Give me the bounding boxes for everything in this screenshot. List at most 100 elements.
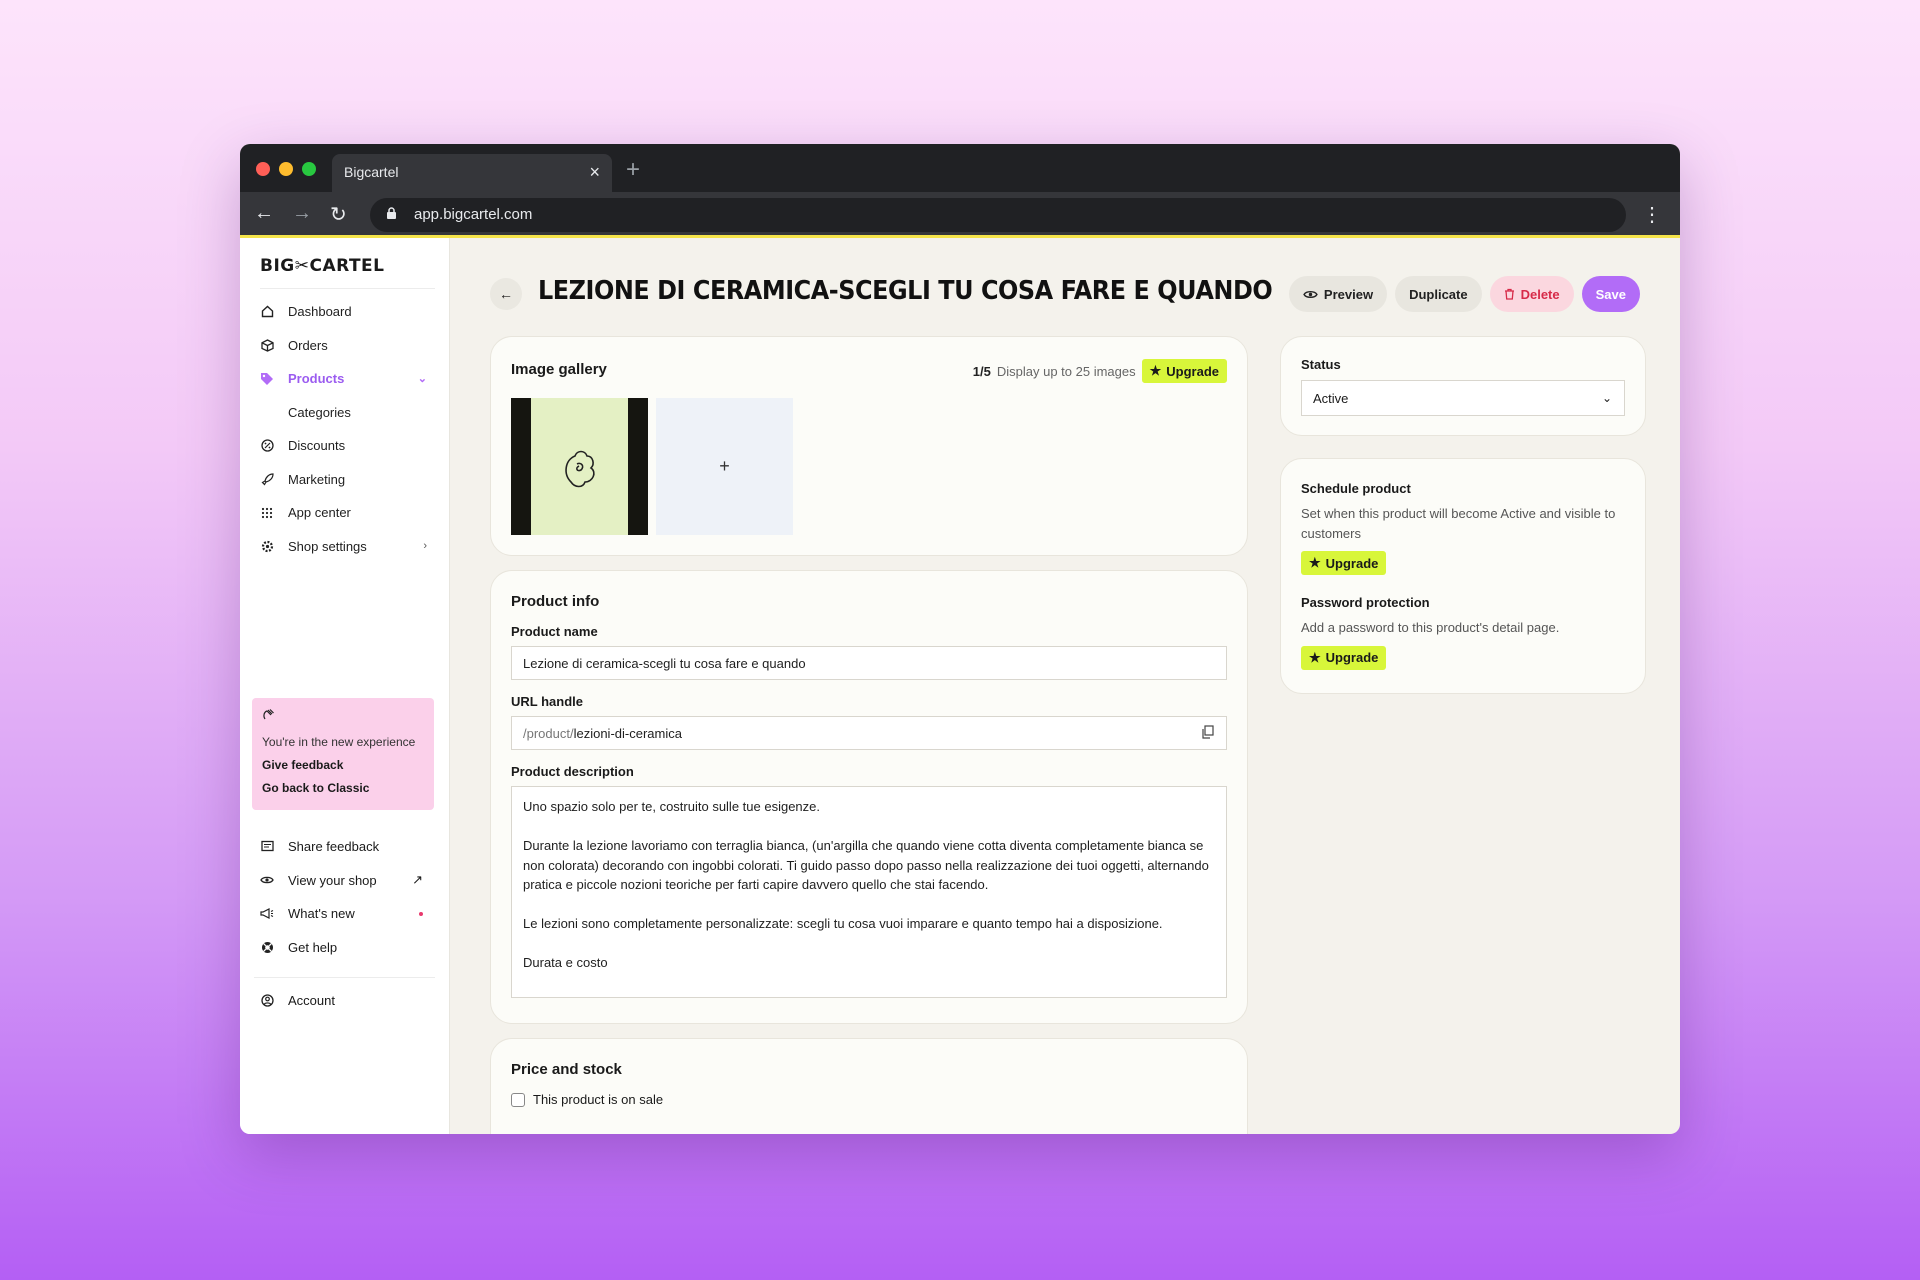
sidebar-item-shop-settings[interactable]: Shop settings › (254, 530, 435, 564)
product-name-input[interactable]: Lezione di ceramica-scegli tu cosa fare … (511, 646, 1227, 680)
schedule-card: Schedule product Set when this product w… (1280, 458, 1646, 694)
sidebar-item-products[interactable]: Products ⌄ (254, 362, 435, 396)
status-select[interactable]: Active ⌄ (1301, 380, 1625, 416)
description-label: Product description (511, 764, 634, 779)
banner-text: You're in the new experience (262, 735, 416, 749)
new-tab-icon[interactable]: + (626, 156, 640, 184)
sidebar: BIG✂CARTEL Dashboard Orders Products ⌄ C… (240, 238, 450, 1134)
url-handle-input[interactable]: /product/lezioni-di-ceramica (511, 716, 1227, 750)
on-sale-checkbox[interactable] (511, 1092, 525, 1107)
on-sale-row[interactable]: This product is on sale (511, 1092, 1227, 1107)
price-stock-title: Price and stock (511, 1061, 622, 1078)
sidebar-item-label: Account (288, 993, 335, 1009)
grid-icon (260, 506, 274, 520)
image-count: 1/5 (972, 363, 991, 379)
sidebar-nav: Dashboard Orders Products ⌄ Categories D… (254, 295, 435, 563)
sidebar-bottom-nav: Share feedback View your shop ↗ What's n… (254, 830, 435, 1018)
rocket-icon (260, 472, 274, 486)
preview-button[interactable]: Preview (1288, 276, 1388, 312)
image-gallery-card: Image gallery 1/5 Display up to 25 image… (490, 336, 1248, 556)
go-back-classic-link[interactable]: Go back to Classic (262, 781, 424, 795)
url-handle-label: URL handle (511, 694, 583, 709)
reload-icon[interactable]: ↻ (330, 202, 347, 227)
sidebar-item-orders[interactable]: Orders (254, 329, 435, 363)
sidebar-item-get-help[interactable]: Get help (254, 931, 435, 965)
external-link-icon: ↗ (412, 872, 423, 888)
browser-window: Bigcartel × + ← → ↻ app.bigcartel.com ⋮ … (240, 144, 1680, 1134)
sidebar-item-label: View your shop (288, 872, 377, 888)
sidebar-item-app-center[interactable]: App center (254, 496, 435, 530)
price-stock-card: Price and stock This product is on sale (490, 1038, 1248, 1134)
url-handle-value: lezioni-di-ceramica (573, 726, 682, 741)
sidebar-item-categories[interactable]: Categories (254, 396, 435, 430)
schedule-title: Schedule product (1301, 481, 1411, 496)
sidebar-item-whats-new[interactable]: What's new (254, 897, 435, 931)
sidebar-item-discounts[interactable]: Discounts (254, 429, 435, 463)
browser-menu-icon[interactable]: ⋮ (1642, 202, 1662, 227)
gallery-hint: Display up to 25 images (996, 363, 1136, 379)
sidebar-item-label: Orders (288, 337, 328, 353)
close-window-button[interactable] (256, 162, 270, 176)
tab-title: Bigcartel (344, 164, 399, 180)
star-icon: ★ (1309, 649, 1321, 665)
sidebar-item-label: What's new (288, 906, 355, 922)
arrow-left-icon: ← (499, 286, 513, 302)
sidebar-item-marketing[interactable]: Marketing (254, 463, 435, 497)
sidebar-item-label: Marketing (288, 471, 346, 487)
product-image-thumbnail[interactable] (511, 398, 648, 535)
sidebar-item-share-feedback[interactable]: Share feedback (254, 830, 435, 864)
copy-icon[interactable] (1201, 725, 1214, 742)
wave-icon (262, 708, 424, 725)
back-button[interactable]: ← (490, 278, 522, 310)
url-input[interactable]: app.bigcartel.com (370, 198, 1626, 232)
delete-button[interactable]: Delete (1489, 276, 1574, 312)
status-label: Status (1301, 357, 1341, 372)
sidebar-item-label: Get help (288, 939, 338, 955)
gear-icon (260, 539, 274, 553)
sidebar-item-label: Discounts (288, 438, 346, 454)
main-content: ← LEZIONE DI CERAMICA-SCEGLI TU COSA FAR… (450, 238, 1680, 1134)
product-name-value: Lezione di ceramica-scegli tu cosa fare … (523, 656, 806, 671)
sidebar-item-label: Shop settings (288, 538, 367, 554)
description-paragraph: Durata e costo (523, 955, 608, 970)
sidebar-item-label: App center (288, 505, 351, 521)
window-controls[interactable] (256, 162, 316, 176)
back-arrow-icon[interactable]: ← (254, 202, 274, 225)
address-bar: ← → ↻ app.bigcartel.com ⋮ (240, 192, 1680, 238)
trash-icon (1504, 288, 1514, 300)
duplicate-button[interactable]: Duplicate (1395, 276, 1482, 312)
maximize-window-button[interactable] (302, 162, 316, 176)
schedule-description: Set when this product will become Active… (1301, 506, 1616, 541)
page-title: LEZIONE DI CERAMICA-SCEGLI TU COSA FARE … (538, 276, 1273, 306)
upgrade-label: Upgrade (1166, 363, 1219, 379)
logo[interactable]: BIG✂CARTEL (260, 256, 435, 289)
save-button[interactable]: Save (1581, 276, 1640, 312)
add-image-button[interactable]: + (656, 398, 793, 535)
tag-icon (260, 372, 274, 386)
sidebar-item-dashboard[interactable]: Dashboard (254, 295, 435, 329)
schedule-upgrade-button[interactable]: ★ Upgrade (1301, 551, 1387, 575)
give-feedback-link[interactable]: Give feedback (262, 758, 424, 772)
delete-label: Delete (1520, 286, 1560, 302)
upgrade-label: Upgrade (1325, 555, 1379, 571)
forward-arrow-icon[interactable]: → (292, 202, 312, 225)
browser-tab[interactable]: Bigcartel × (332, 154, 612, 192)
message-icon (260, 840, 274, 854)
chevron-right-icon: › (423, 540, 427, 553)
discount-icon (260, 439, 274, 453)
minimize-window-button[interactable] (279, 162, 293, 176)
password-upgrade-button[interactable]: ★ Upgrade (1301, 645, 1387, 670)
gallery-upgrade-button[interactable]: ★ Upgrade (1141, 359, 1227, 383)
chevron-down-icon: ⌄ (417, 373, 427, 386)
description-textarea[interactable]: Uno spazio solo per te, costruito sulle … (511, 786, 1227, 998)
save-label: Save (1595, 286, 1626, 302)
sidebar-item-label: Dashboard (288, 304, 352, 320)
description-paragraph: Le lezioni sono completamente personaliz… (523, 916, 1163, 931)
sidebar-item-label: Categories (288, 404, 351, 420)
sidebar-item-view-shop[interactable]: View your shop ↗ (254, 864, 435, 898)
thumbnail-list: + (511, 398, 1227, 535)
sidebar-item-account[interactable]: Account (254, 984, 435, 1018)
url-prefix: /product/ (523, 726, 574, 741)
close-tab-icon[interactable]: × (589, 162, 600, 183)
description-paragraph: Durante la lezione lavoriamo con terragl… (523, 838, 1209, 892)
